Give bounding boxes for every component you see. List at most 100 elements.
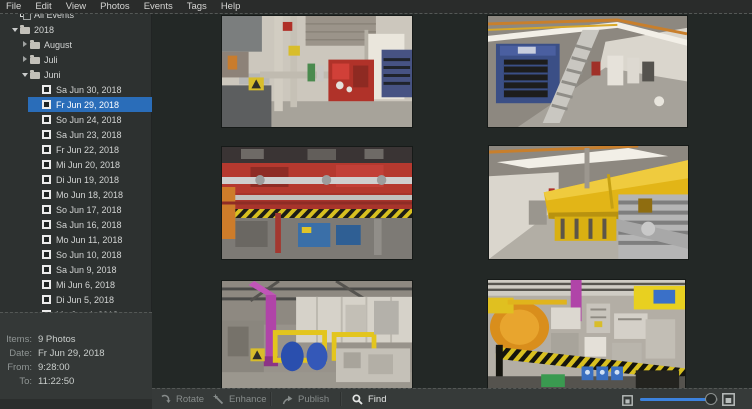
info-label: From:: [0, 361, 32, 375]
menu-photos[interactable]: Photos: [93, 0, 137, 13]
info-value: 9:28:00: [38, 361, 70, 375]
menu-view[interactable]: View: [59, 0, 93, 13]
tree-item-sa-jun-30-2018[interactable]: Sa Jun 30, 2018: [0, 82, 152, 97]
expander-expanded-icon[interactable]: [22, 71, 30, 79]
toolbar-button-label: Find: [368, 394, 386, 405]
expander-spacer: [34, 266, 42, 274]
enhance-icon: [213, 394, 224, 405]
tree-item-label: Sa Jun 9, 2018: [56, 265, 117, 275]
menu-events[interactable]: Events: [137, 0, 180, 13]
toolbar-button-label: Rotate: [176, 394, 204, 405]
tree-item-label: Di Jun 5, 2018: [56, 295, 114, 305]
folder-icon: [30, 55, 41, 64]
expander-spacer: [34, 131, 42, 139]
event-icon: [42, 250, 53, 259]
tree-item-di-jun-19-2018[interactable]: Di Jun 19, 2018: [0, 172, 152, 187]
thumbnail-large-icon: [722, 393, 735, 409]
tree-item-label: Sa Jun 23, 2018: [56, 130, 122, 140]
tree-item-so-jun-10-2018[interactable]: So Jun 10, 2018: [0, 247, 152, 262]
expander-spacer: [34, 296, 42, 304]
event-icon: [42, 100, 53, 109]
tree-item-2018[interactable]: 2018: [0, 22, 152, 37]
tree-item-fr-jun-29-2018[interactable]: Fr Jun 29, 2018: [0, 97, 152, 112]
basic-info-panel: Items:9 PhotosDate:Fr Jun 29, 2018From:9…: [0, 312, 152, 409]
zoom-slider-track[interactable]: [640, 398, 718, 401]
rotate-icon: [160, 394, 171, 405]
tree-item-so-jun-17-2018[interactable]: So Jun 17, 2018: [0, 202, 152, 217]
toolbar-separator: [340, 392, 341, 406]
tree-item-sa-jun-16-2018[interactable]: Sa Jun 16, 2018: [0, 217, 152, 232]
publish-button[interactable]: Publish: [282, 389, 329, 409]
menu-help[interactable]: Help: [214, 0, 248, 13]
menu-edit[interactable]: Edit: [28, 0, 58, 13]
photo-thumbnail-6[interactable]: [488, 280, 685, 390]
info-value: 9 Photos: [38, 333, 76, 347]
event-icon: [42, 295, 53, 304]
tree-item-label: 2018: [34, 25, 54, 35]
tree-item-juni[interactable]: Juni: [0, 67, 152, 82]
event-icon: [42, 235, 53, 244]
tree-item-label: Mo Jun 18, 2018: [56, 190, 123, 200]
tree-item-label: Juli: [44, 55, 58, 65]
shotwell-window: FileEditViewPhotosEventsTagsHelp All Eve…: [0, 0, 752, 409]
event-icon: [42, 175, 53, 184]
thumbnail-small-icon: [622, 393, 633, 409]
info-row-from: From: 9:28:00: [0, 361, 152, 375]
menu-tags[interactable]: Tags: [180, 0, 214, 13]
tree-item-label: Sa Jun 16, 2018: [56, 220, 122, 230]
tree-item-di-jun-5-2018[interactable]: Di Jun 5, 2018: [0, 292, 152, 307]
info-label: Items:: [0, 333, 32, 347]
tree-item-label: Sa Jun 30, 2018: [56, 85, 122, 95]
tree-item-all-events[interactable]: All Events: [0, 14, 152, 22]
expander-expanded-icon[interactable]: [12, 26, 20, 34]
event-icon: [42, 115, 53, 124]
expander-spacer: [34, 206, 42, 214]
info-label: To:: [0, 375, 32, 389]
expander-collapsed-icon[interactable]: [22, 41, 30, 49]
expander-spacer: [34, 146, 42, 154]
toolbar-button-label: Enhance: [229, 394, 267, 405]
expander-collapsed-icon[interactable]: [22, 56, 30, 64]
toolbar-separator: [270, 392, 271, 406]
find-button[interactable]: Find: [352, 389, 386, 409]
expander-spacer: [34, 236, 42, 244]
enhance-button[interactable]: Enhance: [213, 389, 267, 409]
tree-item-label: Juni: [44, 70, 61, 80]
photo-thumbnail-3[interactable]: [222, 147, 412, 259]
zoom-slider-group: [614, 389, 752, 409]
photo-thumbnail-1[interactable]: [222, 16, 412, 127]
rotate-button[interactable]: Rotate: [160, 389, 204, 409]
tree-item-sa-jun-9-2018[interactable]: Sa Jun 9, 2018: [0, 262, 152, 277]
tree-item-sa-jun-23-2018[interactable]: Sa Jun 23, 2018: [0, 127, 152, 142]
info-rows: Items:9 PhotosDate:Fr Jun 29, 2018From:9…: [0, 333, 152, 389]
toolbar: Rotate Enhance Publish Find: [152, 388, 752, 409]
expander-spacer: [34, 101, 42, 109]
event-icon: [42, 280, 53, 289]
expander-spacer: [34, 221, 42, 229]
photo-thumbnail-5[interactable]: [222, 281, 412, 392]
tree-item-mi-jun-6-2018[interactable]: Mi Jun 6, 2018: [0, 277, 152, 292]
expander-spacer: [34, 251, 42, 259]
tree-item-juli[interactable]: Juli: [0, 52, 152, 67]
tree-item-fr-jun-22-2018[interactable]: Fr Jun 22, 2018: [0, 142, 152, 157]
expander-spacer: [34, 116, 42, 124]
tree-item-label: August: [44, 40, 72, 50]
zoom-slider-handle[interactable]: [705, 393, 717, 405]
event-icon: [42, 160, 53, 169]
tree-item-mo-jun-11-2018[interactable]: Mo Jun 11, 2018: [0, 232, 152, 247]
info-row-items: Items: 9 Photos: [0, 333, 152, 347]
tree-item-label: Mo Jun 11, 2018: [56, 235, 122, 245]
tree-item-label: Fr Jun 29, 2018: [56, 100, 119, 110]
menu-file[interactable]: File: [6, 0, 28, 13]
all-events-icon: [20, 14, 31, 19]
expander-spacer: [34, 86, 42, 94]
tree-item-so-jun-24-2018[interactable]: So Jun 24, 2018: [0, 112, 152, 127]
tree-item-august[interactable]: August: [0, 37, 152, 52]
info-value: Fr Jun 29, 2018: [38, 347, 105, 361]
photo-thumbnail-2[interactable]: [488, 16, 687, 127]
photo-thumbnail-4[interactable]: [489, 146, 688, 259]
tree-item-label: Fr Jun 22, 2018: [56, 145, 119, 155]
tree-item-mi-jun-20-2018[interactable]: Mi Jun 20, 2018: [0, 157, 152, 172]
tree-item-mo-jun-18-2018[interactable]: Mo Jun 18, 2018: [0, 187, 152, 202]
tree-item-label: So Jun 17, 2018: [56, 205, 122, 215]
